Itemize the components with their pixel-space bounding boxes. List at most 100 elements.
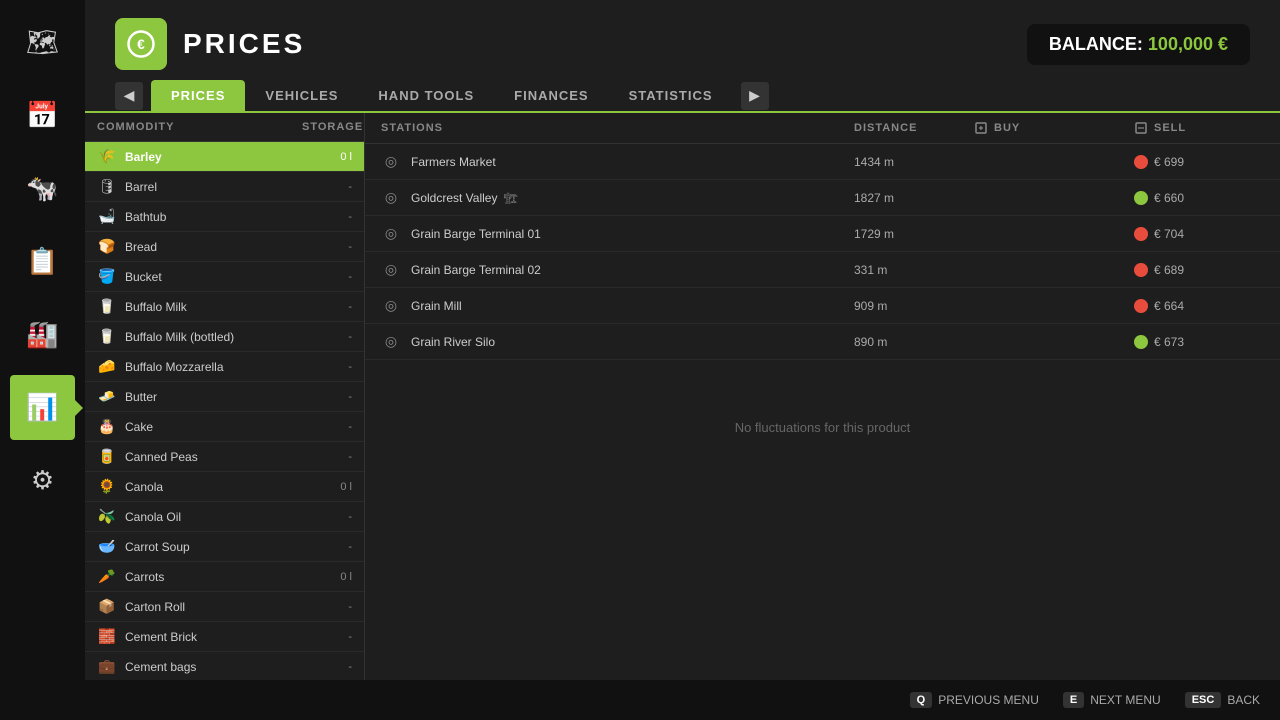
commodity-name: Buffalo Mozzarella: [125, 360, 317, 374]
commodity-name: Carrots: [125, 570, 317, 584]
sidebar-item-factory[interactable]: 🏭: [10, 302, 75, 367]
commodity-icon: 💼: [97, 657, 117, 677]
sidebar-item-chart[interactable]: 📊: [10, 375, 75, 440]
commodity-col-header: COMMODITY: [97, 121, 302, 133]
commodity-icon: 🧈: [97, 387, 117, 407]
station-row[interactable]: ◎Goldcrest Valley🏗1827 m€ 660: [365, 180, 1280, 216]
stations-column-headers: STATIONS DISTANCE BUY SELL: [365, 113, 1280, 144]
station-row[interactable]: ◎Grain Barge Terminal 011729 m€ 704: [365, 216, 1280, 252]
tab-hand-tools[interactable]: HAND TOOLS: [358, 80, 494, 111]
station-distance: 890 m: [854, 335, 974, 349]
commodity-row[interactable]: 🛢Barrel-: [85, 172, 364, 202]
station-row[interactable]: ◎Grain Barge Terminal 02331 m€ 689: [365, 252, 1280, 288]
sidebar-item-settings[interactable]: ⚙: [10, 448, 75, 513]
stations-panel: STATIONS DISTANCE BUY SELL ◎Farmers Mark…: [365, 113, 1280, 680]
commodity-name: Buffalo Milk (bottled): [125, 330, 317, 344]
commodity-storage: -: [317, 391, 352, 403]
station-name: Grain Mill: [411, 299, 854, 313]
commodity-name: Cake: [125, 420, 317, 434]
commodity-row[interactable]: 💼Cement bags-: [85, 652, 364, 680]
sidebar-active-arrow: [75, 400, 83, 416]
station-distance: 1827 m: [854, 191, 974, 205]
commodity-row[interactable]: 📦Carton Roll-: [85, 592, 364, 622]
balance-box: BALANCE: 100,000 €: [1027, 24, 1250, 65]
commodity-row[interactable]: 🥫Canned Peas-: [85, 442, 364, 472]
commodity-storage: -: [317, 361, 352, 373]
commodity-name: Cement bags: [125, 660, 317, 674]
station-row[interactable]: ◎Grain Mill909 m€ 664: [365, 288, 1280, 324]
commodity-name: Carrot Soup: [125, 540, 317, 554]
station-row[interactable]: ◎Grain River Silo890 m€ 673: [365, 324, 1280, 360]
commodity-icon: 🌻: [97, 477, 117, 497]
commodity-storage: -: [317, 421, 352, 433]
next-menu-btn[interactable]: E NEXT MENU: [1063, 692, 1161, 708]
commodity-icon: 🛁: [97, 207, 117, 227]
sell-col-header: SELL: [1134, 121, 1264, 135]
previous-menu-label: PREVIOUS MENU: [938, 693, 1039, 707]
commodity-row[interactable]: 🌾 Barley0 l: [85, 142, 364, 172]
sidebar-item-documents[interactable]: 📋: [10, 229, 75, 294]
tab-next-arrow[interactable]: ▶: [741, 82, 769, 110]
station-distance: 1729 m: [854, 227, 974, 241]
price-indicator-dot: [1134, 263, 1148, 277]
sell-value: € 689: [1154, 263, 1184, 277]
commodity-name: Barley: [125, 150, 317, 164]
station-sell: € 673: [1134, 335, 1264, 349]
commodity-row[interactable]: 🧀Buffalo Mozzarella-: [85, 352, 364, 382]
sidebar-item-map[interactable]: 🗺: [10, 10, 75, 75]
sidebar-item-animals[interactable]: 🐄: [10, 156, 75, 221]
station-icon: ◎: [381, 332, 401, 352]
commodity-name: Cement Brick: [125, 630, 317, 644]
commodity-panel: COMMODITY STORAGE 🌾Barley0 l🛢Barrel-🛁Bat…: [85, 113, 365, 680]
commodity-row[interactable]: 🎂Cake-: [85, 412, 364, 442]
tab-prev-arrow[interactable]: ◀: [115, 82, 143, 110]
commodity-icon: 🌾: [97, 147, 117, 167]
back-btn[interactable]: ESC BACK: [1185, 692, 1260, 708]
commodity-name: Butter: [125, 390, 317, 404]
sidebar-item-calendar[interactable]: 📅: [10, 83, 75, 148]
previous-menu-btn[interactable]: Q PREVIOUS MENU: [910, 692, 1039, 708]
commodity-storage: -: [317, 601, 352, 613]
commodity-name: Barrel: [125, 180, 317, 194]
station-row[interactable]: ◎Farmers Market1434 m€ 699: [365, 144, 1280, 180]
station-sell: € 704: [1134, 227, 1264, 241]
commodity-storage: -: [317, 331, 352, 343]
commodity-row[interactable]: 🫒Canola Oil-: [85, 502, 364, 532]
tab-finances[interactable]: FINANCES: [494, 80, 608, 111]
commodity-name: Canola Oil: [125, 510, 317, 524]
tab-statistics[interactable]: STATISTICS: [609, 80, 733, 111]
commodity-storage: 0 l: [317, 151, 352, 163]
header: € PRICES BALANCE: 100,000 €: [85, 0, 1280, 80]
commodity-row[interactable]: 🥛Buffalo Milk-: [85, 292, 364, 322]
prices-header-icon: €: [115, 18, 167, 70]
commodity-name: Canola: [125, 480, 317, 494]
commodity-icon: 🛢: [97, 177, 117, 197]
back-label: BACK: [1227, 693, 1260, 707]
no-fluctuations-text: No fluctuations for this product: [365, 380, 1280, 475]
sell-value: € 699: [1154, 155, 1184, 169]
commodity-row[interactable]: 🥛 Buffalo Milk (bottled)-: [85, 322, 364, 352]
commodity-icon: 🥛: [97, 327, 117, 347]
commodity-row[interactable]: 🥕Carrots0 l: [85, 562, 364, 592]
commodity-storage: -: [317, 541, 352, 553]
price-indicator-dot: [1134, 227, 1148, 241]
commodity-icon: 🥫: [97, 447, 117, 467]
tabs-bar: ◀ PRICES VEHICLES HAND TOOLS FINANCES ST…: [85, 80, 1280, 113]
commodity-row[interactable]: 🧱Cement Brick-: [85, 622, 364, 652]
commodity-storage: 0 l: [317, 571, 352, 583]
commodity-storage: -: [317, 271, 352, 283]
station-icon: ◎: [381, 260, 401, 280]
tab-vehicles[interactable]: VEHICLES: [245, 80, 358, 111]
commodity-row[interactable]: 🧈 Butter-: [85, 382, 364, 412]
commodity-row[interactable]: 🍞Bread-: [85, 232, 364, 262]
station-extra-icon: 🏗: [503, 193, 517, 205]
commodity-storage: -: [317, 631, 352, 643]
tab-prices[interactable]: PRICES: [151, 80, 245, 111]
station-name: Farmers Market: [411, 155, 854, 169]
next-menu-label: NEXT MENU: [1090, 693, 1160, 707]
commodity-row[interactable]: 🌻Canola0 l: [85, 472, 364, 502]
commodity-row[interactable]: 🥣Carrot Soup-: [85, 532, 364, 562]
commodity-row[interactable]: 🛁Bathtub-: [85, 202, 364, 232]
buy-col-header: BUY: [974, 121, 1134, 135]
commodity-row[interactable]: 🪣Bucket-: [85, 262, 364, 292]
